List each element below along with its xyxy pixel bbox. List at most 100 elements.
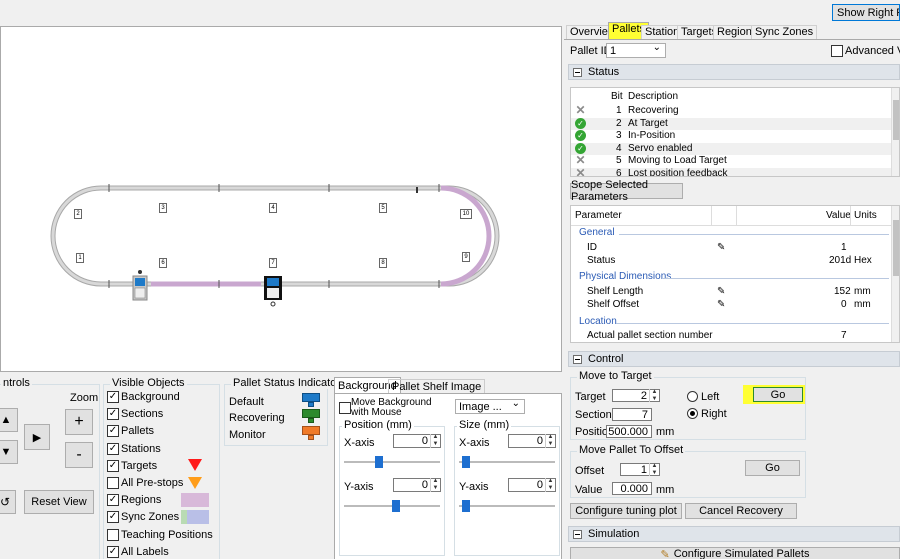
section-label-7: 7 xyxy=(269,258,277,268)
sync-zones-swatch-2 xyxy=(187,510,209,524)
edit-icon[interactable]: ✎ xyxy=(717,286,725,297)
reset-view-button[interactable]: Reset View xyxy=(24,490,94,514)
status-monitor-label: Monitor xyxy=(229,429,266,441)
parameters-grid: Parameter Value Units General ID ✎ 1 Sta… xyxy=(570,205,900,343)
right-radio[interactable] xyxy=(687,408,698,419)
status-bit: 2 xyxy=(616,117,622,129)
param-row-shelf-offset[interactable]: Shelf Offset ✎ 0 mm xyxy=(571,299,899,312)
visible-object-checkbox-pallets[interactable]: ✓ xyxy=(107,425,119,438)
default-pallet-icon xyxy=(302,393,320,407)
status-row[interactable]: ✓ 2 At Target xyxy=(571,117,891,130)
visible-object-checkbox-regions[interactable]: ✓ xyxy=(107,494,119,507)
pallet-2[interactable] xyxy=(264,276,282,307)
go-offset-button[interactable]: Go xyxy=(745,460,800,476)
param-row-id[interactable]: ID ✎ 1 xyxy=(571,242,899,255)
track-canvas[interactable]: 2 3 4 5 10 1 6 7 8 9 xyxy=(0,26,562,372)
x-icon: ✕ xyxy=(575,165,586,177)
zoom-out-button[interactable]: - xyxy=(65,442,93,468)
status-section-header[interactable]: Status xyxy=(568,64,900,80)
status-row[interactable]: ✓ 4 Servo enabled xyxy=(571,142,891,155)
go-button[interactable]: Go xyxy=(753,387,803,402)
simulation-title: Simulation xyxy=(588,528,640,540)
size-x-label: X-axis xyxy=(459,437,490,449)
pan-up-button[interactable]: ▲ xyxy=(0,408,18,432)
pos-y-spin[interactable]: ▲ ▼ xyxy=(430,478,440,492)
pos-y-slider-thumb[interactable] xyxy=(392,500,400,512)
zoom-in-button[interactable]: + xyxy=(65,409,93,435)
visible-object-checkbox-sync-zones[interactable]: ✓ xyxy=(107,511,119,524)
pos-y-label: Y-axis xyxy=(344,481,374,493)
section-label-4: 4 xyxy=(269,203,277,213)
check-icon: ✓ xyxy=(575,130,586,141)
image-select[interactable]: Image ... xyxy=(455,398,525,414)
collapse-icon xyxy=(573,67,582,77)
status-recovering-label: Recovering xyxy=(229,412,285,424)
visible-object-checkbox-teaching-positions[interactable] xyxy=(107,528,119,541)
visible-object-checkbox-all-pre-stops[interactable] xyxy=(107,477,119,489)
visible-object-label: Sections xyxy=(121,408,164,421)
size-y-slider[interactable] xyxy=(459,505,555,507)
status-bit: 3 xyxy=(616,130,622,141)
regions-swatch xyxy=(181,493,209,507)
pan-right-button[interactable]: ▶ xyxy=(24,424,50,450)
zoom-label: Zoom xyxy=(70,392,99,404)
scope-selected-parameters-button[interactable]: Scope Selected Parameters xyxy=(570,179,683,203)
size-y-spin[interactable]: ▲ ▼ xyxy=(545,478,555,492)
x-icon: ✕ xyxy=(575,103,586,117)
size-title: Size (mm) xyxy=(457,419,512,431)
configure-tuning-plot-button[interactable]: Configure tuning plot xyxy=(570,503,682,519)
section-label-3: 3 xyxy=(159,203,167,213)
collapse-icon xyxy=(573,529,582,539)
status-row[interactable]: ✕ 1 Recovering xyxy=(571,103,891,118)
configure-simulated-pallets-button[interactable]: ✎ Configure Simulated Pallets xyxy=(570,547,900,559)
show-right-panel-button[interactable]: Show Right Panel xyxy=(832,4,900,21)
pallet-1[interactable] xyxy=(132,270,148,301)
pallet-id-select[interactable]: 1 xyxy=(606,42,666,58)
visible-object-checkbox-background[interactable]: ✓ xyxy=(107,391,119,403)
offset-spin[interactable]: ▲ ▼ xyxy=(649,463,659,476)
control-section-header[interactable]: Control xyxy=(568,351,900,367)
edit-icon[interactable]: ✎ xyxy=(717,299,725,310)
status-scrollbar[interactable] xyxy=(891,88,899,176)
edit-icon[interactable]: ✎ xyxy=(717,242,725,253)
pan-down-button[interactable]: ▼ xyxy=(0,440,18,464)
param-row-status[interactable]: Status 201d Hex xyxy=(571,255,899,268)
size-x-slider[interactable] xyxy=(459,461,555,463)
tab-sync-zones[interactable]: Sync Zones xyxy=(751,25,818,39)
pos-x-spin[interactable]: ▲ ▼ xyxy=(430,434,440,448)
recovering-pallet-icon xyxy=(302,409,320,423)
visible-object-label: Targets xyxy=(121,459,158,472)
visible-object-checkbox-sections[interactable]: ✓ xyxy=(107,408,119,421)
left-radio[interactable] xyxy=(687,391,698,402)
target-spin[interactable]: ▲ ▼ xyxy=(649,389,659,402)
size-y-label: Y-axis xyxy=(459,481,489,493)
pos-x-slider-thumb[interactable] xyxy=(375,456,383,468)
tab-pallet-shelf-image[interactable]: Pallet Shelf Image xyxy=(388,379,486,393)
status-description: Lost position feedback xyxy=(628,167,728,177)
visible-object-checkbox-all-labels[interactable]: ✓ xyxy=(107,545,119,558)
size-x-slider-thumb[interactable] xyxy=(462,456,470,468)
size-x-spin[interactable]: ▲ ▼ xyxy=(545,434,555,448)
advanced-view-checkbox[interactable] xyxy=(831,45,843,57)
cancel-recovery-button[interactable]: Cancel Recovery xyxy=(685,503,797,519)
pos-x-slider[interactable] xyxy=(344,461,440,463)
value-input[interactable]: 0.000 xyxy=(612,482,652,495)
position-input[interactable]: 500.000 xyxy=(606,425,652,438)
param-row-actual-section[interactable]: Actual pallet section number 7 xyxy=(571,330,899,342)
size-y-slider-thumb[interactable] xyxy=(462,500,470,512)
params-scrollbar[interactable] xyxy=(891,206,899,342)
section-input[interactable]: 7 xyxy=(612,408,652,421)
param-row-shelf-length[interactable]: Shelf Length ✎ 152 mm xyxy=(571,286,899,299)
visible-object-checkbox-targets[interactable]: ✓ xyxy=(107,459,119,472)
status-row[interactable]: ✕ 5 Moving to Load Target xyxy=(571,154,891,168)
status-row[interactable]: ✕ 6 Lost position feedback xyxy=(571,165,891,177)
visible-object-checkbox-stations[interactable]: ✓ xyxy=(107,442,119,455)
move-background-checkbox[interactable] xyxy=(339,402,351,414)
status-default-label: Default xyxy=(229,396,264,408)
simulation-section-header[interactable]: Simulation xyxy=(568,526,900,542)
move-pallet-offset-title: Move Pallet To Offset xyxy=(577,444,686,456)
status-description: In-Position xyxy=(628,130,676,141)
rotate-button[interactable]: ↺ xyxy=(0,490,16,514)
status-row[interactable]: ✓ 3 In-Position xyxy=(571,130,891,143)
visible-object-label: Teaching Positions xyxy=(121,528,213,541)
